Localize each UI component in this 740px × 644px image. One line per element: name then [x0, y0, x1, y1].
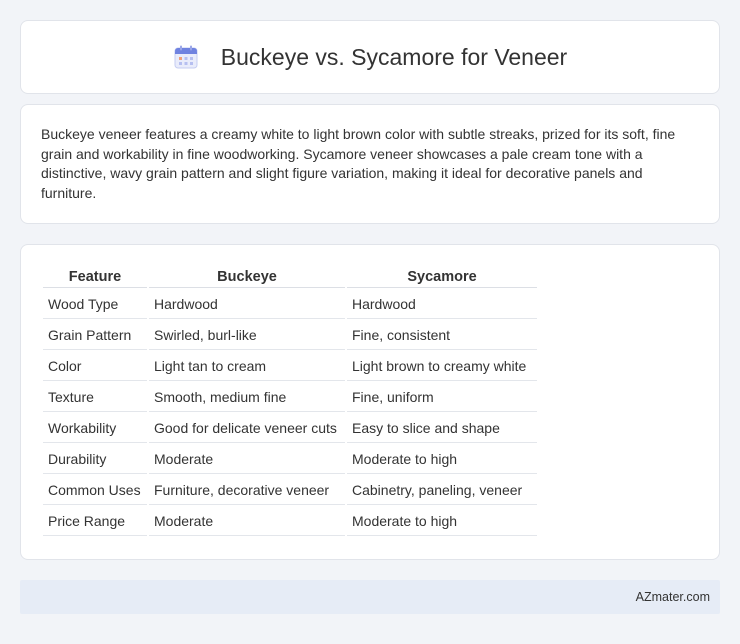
table-row: Wood Type Hardwood Hardwood — [43, 288, 537, 319]
table-row: Durability Moderate Moderate to high — [43, 443, 537, 474]
table-row: Texture Smooth, medium fine Fine, unifor… — [43, 381, 537, 412]
table-row: Price Range Moderate Moderate to high — [43, 505, 537, 536]
calendar-icon — [174, 45, 198, 69]
table-cell: Moderate — [149, 505, 345, 536]
table-header-row: Feature Buckeye Sycamore — [43, 265, 537, 288]
table-row: Color Light tan to cream Light brown to … — [43, 350, 537, 381]
footer-bar: AZmater.com — [20, 580, 720, 614]
comparison-table: Feature Buckeye Sycamore Wood Type Hardw… — [41, 265, 539, 536]
table-cell: Workability — [43, 412, 147, 443]
table-cell: Light brown to creamy white — [347, 350, 537, 381]
table-cell: Swirled, burl-like — [149, 319, 345, 350]
table-row: Grain Pattern Swirled, burl-like Fine, c… — [43, 319, 537, 350]
table-cell: Moderate to high — [347, 443, 537, 474]
table-cell: Hardwood — [149, 288, 345, 319]
table-cell: Moderate to high — [347, 505, 537, 536]
title-card: Buckeye vs. Sycamore for Veneer — [20, 20, 720, 94]
title-wrap: Buckeye vs. Sycamore for Veneer — [173, 44, 567, 71]
table-cell: Moderate — [149, 443, 345, 474]
table-cell: Light tan to cream — [149, 350, 345, 381]
footer-site-link[interactable]: AZmater.com — [636, 590, 710, 604]
table-cell: Fine, consistent — [347, 319, 537, 350]
table-cell: Texture — [43, 381, 147, 412]
table-cell: Furniture, decorative veneer — [149, 474, 345, 505]
table-cell: Common Uses — [43, 474, 147, 505]
table-row: Common Uses Furniture, decorative veneer… — [43, 474, 537, 505]
description-card: Buckeye veneer features a creamy white t… — [20, 104, 720, 224]
header-sycamore: Sycamore — [347, 265, 537, 288]
table-cell: Grain Pattern — [43, 319, 147, 350]
table-row: Workability Good for delicate veneer cut… — [43, 412, 537, 443]
table-cell: Durability — [43, 443, 147, 474]
table-cell: Easy to slice and shape — [347, 412, 537, 443]
page-title: Buckeye vs. Sycamore for Veneer — [220, 43, 568, 70]
header-buckeye: Buckeye — [149, 265, 345, 288]
table-cell: Price Range — [43, 505, 147, 536]
table-cell: Good for delicate veneer cuts — [149, 412, 345, 443]
description-text: Buckeye veneer features a creamy white t… — [41, 126, 676, 201]
comparison-table-card: Feature Buckeye Sycamore Wood Type Hardw… — [20, 244, 720, 560]
table-cell: Hardwood — [347, 288, 537, 319]
table-cell: Wood Type — [43, 288, 147, 319]
table-cell: Cabinetry, paneling, veneer — [347, 474, 537, 505]
table-cell: Fine, uniform — [347, 381, 537, 412]
table-cell: Color — [43, 350, 147, 381]
table-cell: Smooth, medium fine — [149, 381, 345, 412]
header-feature: Feature — [43, 265, 147, 288]
